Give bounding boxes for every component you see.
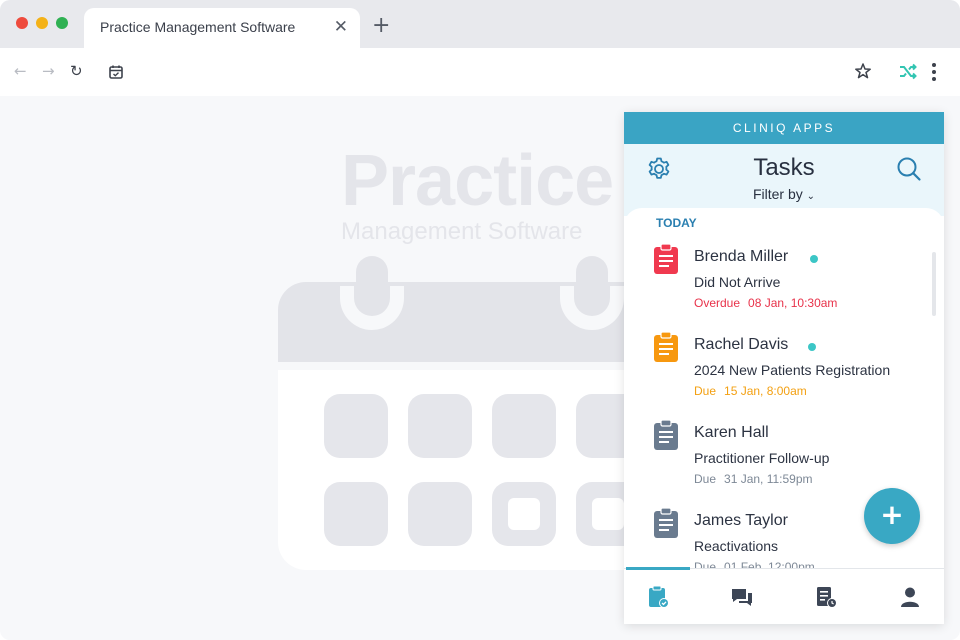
browser-tab[interactable]: Practice Management Software ✕ [84, 8, 360, 48]
task-status: Due [694, 384, 717, 398]
task-list: TODAY Brenda Miller Did Not Arrive Overd… [624, 208, 944, 568]
calendar-cell [324, 394, 388, 458]
notes-icon[interactable] [814, 585, 838, 613]
tab-strip: Practice Management Software ✕ + [0, 0, 960, 48]
task-patient-name: James Taylor [694, 512, 788, 529]
tasks-icon[interactable] [646, 585, 670, 613]
task-patient-name: Rachel Davis [694, 336, 789, 353]
bottom-nav [624, 567, 944, 624]
browser-menu-icon[interactable] [928, 62, 940, 86]
back-icon[interactable]: ← [14, 62, 27, 80]
task-due: Due 31 Jan, 11:59pm [694, 472, 813, 486]
tab-title: Practice Management Software [100, 19, 296, 35]
task-due: Due 01 Feb, 12:00pm [694, 560, 815, 568]
address-bar[interactable] [100, 56, 880, 88]
task-datetime: 15 Jan, 8:00am [724, 384, 807, 398]
task-datetime: 31 Jan, 11:59pm [724, 472, 813, 486]
tasks-panel: CLINIQ APPS Tasks Filter by ⌄ TODAY Bren… [624, 112, 944, 624]
panel-header: Tasks Filter by ⌄ [624, 144, 944, 216]
new-tab-button[interactable]: + [372, 15, 390, 37]
minimize-window-button[interactable] [36, 17, 48, 29]
scrollbar[interactable] [932, 252, 936, 316]
task-description: 2024 New Patients Registration [694, 362, 891, 378]
calendar-cell [492, 394, 556, 458]
search-icon[interactable] [896, 156, 922, 186]
shuffle-extension-icon[interactable] [898, 62, 918, 86]
chat-icon[interactable] [730, 585, 754, 613]
calendar-cell [324, 482, 388, 546]
close-tab-icon[interactable]: ✕ [334, 18, 348, 36]
browser-window: Practice Management Software ✕ + ← → ↻ P… [0, 0, 960, 640]
task-status: Due [694, 560, 717, 568]
clipboard-icon [654, 243, 678, 278]
close-window-button[interactable] [16, 17, 28, 29]
add-task-button[interactable]: + [864, 488, 920, 544]
hero-subtitle: Management Software [341, 218, 583, 245]
active-tab-indicator [626, 567, 690, 570]
task-status: Overdue [694, 296, 741, 310]
task-datetime: 01 Feb, 12:00pm [724, 560, 815, 568]
hero-title: Practice [341, 141, 614, 221]
task-description: Reactivations [694, 538, 779, 554]
calendar-cell [492, 482, 556, 546]
filter-label: Filter by [752, 186, 803, 202]
task-item[interactable]: Rachel Davis 2024 New Patients Registrat… [624, 331, 944, 420]
forward-icon[interactable]: → [42, 62, 55, 80]
calendar-check-icon [108, 64, 124, 84]
calendar-cell [408, 482, 472, 546]
online-status-dot [810, 255, 818, 263]
task-patient-name: Brenda Miller [694, 248, 789, 265]
section-label-today: TODAY [656, 216, 697, 230]
bookmark-star-icon[interactable] [854, 62, 872, 84]
task-item[interactable]: Brenda Miller Did Not Arrive Overdue 08 J… [624, 243, 944, 332]
filter-dropdown[interactable]: Filter by ⌄ [624, 186, 944, 202]
task-due: Overdue 08 Jan, 10:30am [694, 296, 837, 310]
task-due: Due 15 Jan, 8:00am [694, 384, 807, 398]
calendar-cell [408, 394, 472, 458]
brand-bar: CLINIQ APPS [624, 112, 944, 144]
clipboard-icon [654, 507, 678, 542]
reload-icon[interactable]: ↻ [70, 62, 83, 80]
task-patient-name: Karen Hall [694, 424, 769, 441]
maximize-window-button[interactable] [56, 17, 68, 29]
task-description: Practitioner Follow-up [694, 450, 830, 466]
user-icon[interactable] [898, 585, 922, 613]
task-datetime: 08 Jan, 10:30am [748, 296, 838, 310]
chevron-down-icon: ⌄ [806, 191, 816, 202]
task-status: Due [694, 472, 717, 486]
clipboard-icon [654, 419, 678, 454]
task-description: Did Not Arrive [694, 274, 781, 290]
online-status-dot [808, 343, 816, 351]
clipboard-icon [654, 331, 678, 366]
browser-toolbar: ← → ↻ [0, 48, 960, 96]
